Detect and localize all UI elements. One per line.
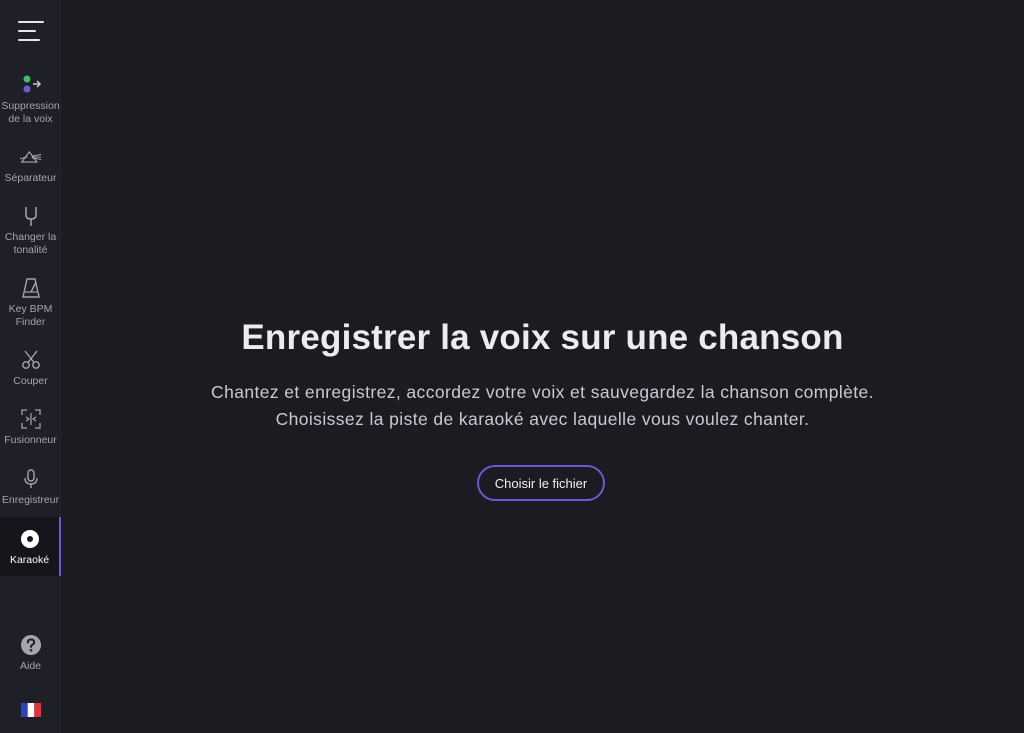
choose-file-button[interactable]: Choisir le fichier xyxy=(477,465,605,501)
sidebar-item-cutter[interactable]: Couper xyxy=(0,349,61,388)
tuning-fork-icon xyxy=(20,205,42,227)
main-content: Enregistrer la voix sur une chanson Chan… xyxy=(61,0,1024,733)
scissors-icon xyxy=(20,349,42,371)
sidebar-item-label: Changer la tonalité xyxy=(4,231,57,256)
sidebar-item-label: Suppression de la voix xyxy=(1,100,60,125)
help-icon xyxy=(20,634,42,656)
sidebar-item-key-bpm-finder[interactable]: Key BPM Finder xyxy=(0,277,61,329)
metronome-icon xyxy=(20,277,42,299)
sidebar-item-label: Karaoké xyxy=(9,554,50,566)
page-title: Enregistrer la voix sur une chanson xyxy=(241,318,844,357)
page-subtitle-line-2: Choisissez la piste de karaoké avec laqu… xyxy=(275,409,810,429)
sidebar-item-label: Key BPM Finder xyxy=(8,303,53,328)
joiner-icon xyxy=(20,408,42,430)
sidebar-item-label: Séparateur xyxy=(4,172,57,184)
sidebar-item-label: Enregistreur xyxy=(1,494,60,506)
hamburger-menu-icon[interactable] xyxy=(18,20,44,42)
vocal-remover-icon xyxy=(20,74,42,96)
sidebar-item-recorder[interactable]: Enregistreur xyxy=(0,468,61,507)
sidebar-item-label: Aide xyxy=(19,660,41,672)
sidebar-item-change-pitch[interactable]: Changer la tonalité xyxy=(0,205,61,257)
microphone-icon xyxy=(20,468,42,490)
sidebar-item-joiner[interactable]: Fusionneur xyxy=(0,408,61,447)
page-subtitle-line-1: Chantez et enregistrez, accordez votre v… xyxy=(211,382,874,402)
app-window: Suppression de la voix Séparateur Change… xyxy=(0,0,1024,733)
sidebar-item-help[interactable]: Aide xyxy=(0,634,61,673)
sidebar-item-karaoke[interactable]: Karaoké xyxy=(0,517,61,576)
sidebar-item-label: Fusionneur xyxy=(4,434,57,446)
french-flag-icon xyxy=(20,699,42,721)
sidebar-item-label: Couper xyxy=(13,375,48,387)
sidebar: Suppression de la voix Séparateur Change… xyxy=(0,0,61,733)
sidebar-item-splitter[interactable]: Séparateur xyxy=(0,146,61,185)
karaoke-disc-icon xyxy=(19,528,41,550)
splitter-prism-icon xyxy=(19,146,42,168)
language-selector[interactable] xyxy=(0,699,61,725)
sidebar-item-vocal-remover[interactable]: Suppression de la voix xyxy=(0,74,61,126)
